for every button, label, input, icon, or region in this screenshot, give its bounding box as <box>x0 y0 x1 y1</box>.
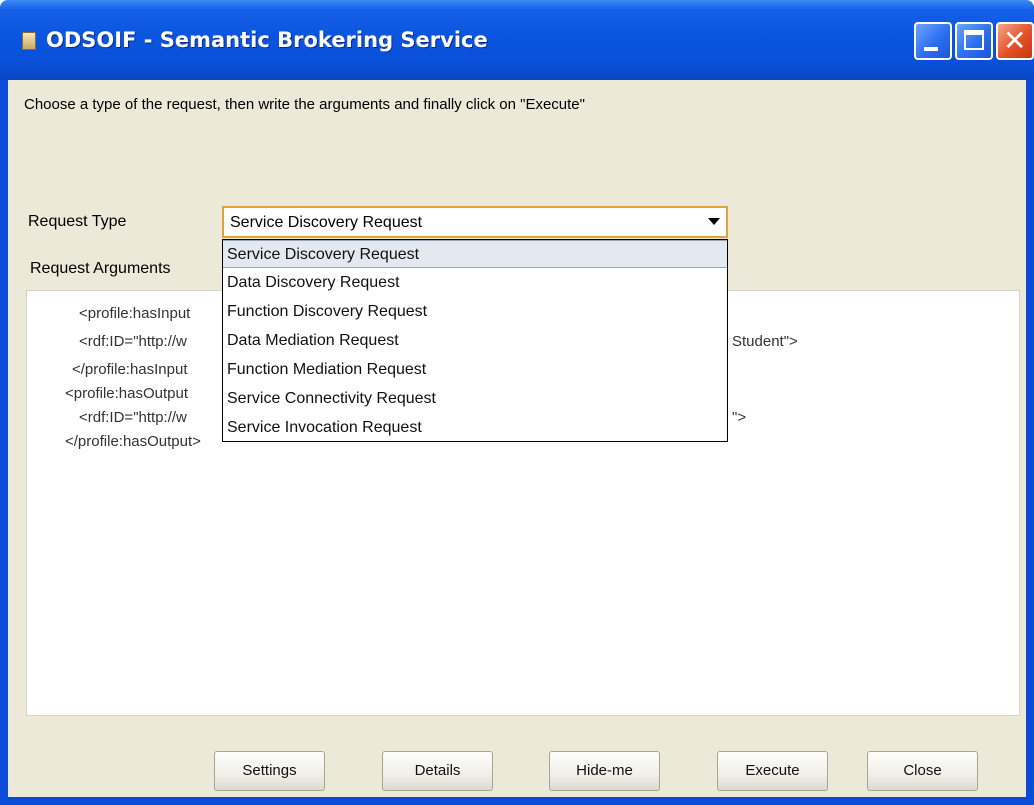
dropdown-option-service-discovery[interactable]: Service Discovery Request <box>223 240 727 268</box>
maximize-button[interactable] <box>955 22 993 60</box>
code-line: </profile:hasOutput> <box>65 433 201 450</box>
dropdown-option-function-discovery[interactable]: Function Discovery Request <box>223 298 727 326</box>
dropdown-option-service-invocation[interactable]: Service Invocation Request <box>223 414 727 442</box>
code-line: </profile:hasInput <box>72 361 188 378</box>
title-bar[interactable]: ODSOIF - Semantic Brokering Service ✕ <box>0 0 1034 80</box>
settings-button[interactable]: Settings <box>214 751 325 791</box>
dropdown-option-data-discovery[interactable]: Data Discovery Request <box>223 269 727 297</box>
window-title: ODSOIF - Semantic Brokering Service <box>46 28 488 52</box>
request-type-selected: Service Discovery Request <box>230 214 423 231</box>
request-type-combobox[interactable]: Service Discovery Request <box>222 206 728 238</box>
code-line: <profile:hasOutput <box>65 385 188 402</box>
request-arguments-label: Request Arguments <box>30 260 171 277</box>
close-icon: ✕ <box>1003 24 1027 57</box>
minimize-icon <box>924 47 938 51</box>
dropdown-option-data-mediation[interactable]: Data Mediation Request <box>223 327 727 355</box>
code-line: <rdf:ID="http://w <box>79 409 187 426</box>
app-icon <box>22 32 36 50</box>
dropdown-option-function-mediation[interactable]: Function Mediation Request <box>223 356 727 384</box>
app-window: ODSOIF - Semantic Brokering Service ✕ Ch… <box>0 0 1034 805</box>
close-window-button[interactable]: ✕ <box>996 22 1034 60</box>
request-type-dropdown-list: Service Discovery Request Data Discovery… <box>222 239 728 442</box>
details-button[interactable]: Details <box>382 751 493 791</box>
code-line-tail: Student"> <box>732 333 798 350</box>
dropdown-option-service-connectivity[interactable]: Service Connectivity Request <box>223 385 727 413</box>
code-line: <profile:hasInput <box>79 305 191 322</box>
dialog-body: Choose a type of the request, then write… <box>8 80 1026 797</box>
instruction-text: Choose a type of the request, then write… <box>24 96 585 113</box>
hide-me-button[interactable]: Hide-me <box>549 751 660 791</box>
close-button[interactable]: Close <box>867 751 978 791</box>
code-line: <rdf:ID="http://w <box>79 333 187 350</box>
maximize-icon <box>964 30 984 50</box>
execute-button[interactable]: Execute <box>717 751 828 791</box>
minimize-button[interactable] <box>914 22 952 60</box>
code-line-tail: "> <box>732 409 747 426</box>
chevron-down-icon[interactable] <box>708 218 720 225</box>
request-type-label: Request Type <box>28 213 127 230</box>
